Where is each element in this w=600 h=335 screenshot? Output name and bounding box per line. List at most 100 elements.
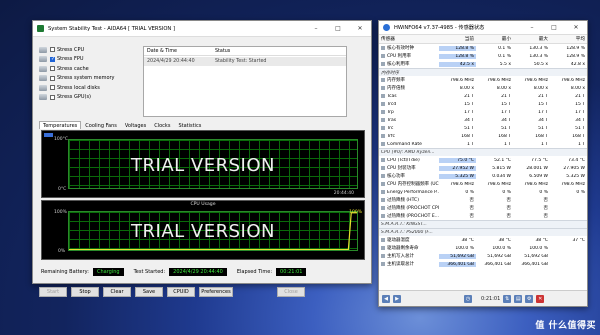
sensor-name: 驱动器温度 (379, 237, 439, 243)
sensor-current: 798.6 MHz (450, 77, 474, 83)
stress-gpu-checkbox[interactable] (50, 94, 55, 100)
sensor-row[interactable]: 过热降频 (HTC) 否 否 否 (379, 196, 587, 204)
sensor-row[interactable]: CPU 内存控制器频率 (UCL... 798.6 MHz 798.6 MHz 798… (379, 180, 587, 188)
sensor-row[interactable]: Trcd 15 T 15 T 15 T 15 T (379, 100, 587, 108)
minimize-icon[interactable]: – (521, 20, 543, 36)
maximize-icon[interactable]: □ (327, 21, 349, 37)
header-sensor[interactable]: 传感器 (379, 36, 439, 42)
nav-prev-icon[interactable]: ◀ (382, 294, 390, 303)
sensor-row[interactable]: Command Rate 1 T 1 T 1 T 1 T (379, 140, 587, 148)
header-min[interactable]: 最小 (476, 36, 513, 42)
save-button[interactable]: Save (135, 287, 163, 297)
sensor-icon (381, 214, 385, 218)
stress-cpu-checkbox[interactable] (50, 47, 55, 53)
sensor-row[interactable]: Tras 34 T 34 T 34 T 34 T (379, 116, 587, 124)
sensor-name: 过热降频 (PROCHOT CPU) (379, 205, 439, 211)
sensor-group-header[interactable]: 内存时序 (379, 68, 587, 76)
sensor-row[interactable]: 核心有效时钟 128.8 % 0.1 % 130.3 % 128.9 % (379, 44, 587, 52)
sensor-row[interactable]: 主机读取总计 366,401 GB 366,401 GB 366,401 GB (379, 260, 587, 268)
cpuid-button[interactable]: CPUID (167, 287, 195, 297)
maximize-icon[interactable]: □ (543, 20, 565, 36)
hwinfo-titlebar[interactable]: HWiNFO64 v7.37-4985 - 传感器状态 – □ ✕ (379, 21, 587, 35)
sensor-label: 内存倍频 (387, 86, 405, 91)
stress-disks-checkbox[interactable] (50, 85, 55, 91)
sensor-row[interactable]: 内存倍频 8.00 x 8.00 x 8.00 x 8.00 x (379, 84, 587, 92)
stress-cache-option[interactable]: Stress cache (39, 64, 139, 74)
sensor-group-header[interactable]: CPU [#0]: AMD Ryzen... (379, 148, 587, 156)
sensor-row[interactable]: 主机写入总计 51,692 GB 51,692 GB 51,692 GB (379, 252, 587, 260)
header-current[interactable]: 当前 (439, 36, 476, 42)
sensor-row[interactable]: 驱动器温度 38 °C 38 °C 38 °C 37 °C (379, 236, 587, 244)
close-icon[interactable]: ✕ (349, 21, 371, 37)
clear-button[interactable]: Clear (103, 287, 131, 297)
sensor-current: 38 °C (461, 237, 474, 243)
stress-cache-checkbox[interactable] (50, 66, 55, 72)
sensor-row[interactable]: CPU 封装功率 27.952 W 5.815 W 28.001 W 27.905 W (379, 164, 587, 172)
sensor-row[interactable]: 过热降频 (PROCHOT E... 否 否 否 (379, 212, 587, 220)
sensor-row[interactable]: Trfc 168 T 168 T 168 T 168 T (379, 132, 587, 140)
sensor-max: 否 (543, 206, 549, 211)
sensor-row[interactable]: 内存频率 798.6 MHz 798.6 MHz 798.6 MHz 798.6 MHz (379, 76, 587, 84)
sensor-current: 否 (469, 206, 475, 211)
start-button[interactable]: Start (39, 287, 67, 297)
stress-fpu-option[interactable]: Stress FPU (39, 55, 139, 65)
gpu-icon (39, 94, 47, 101)
stress-memory-checkbox[interactable] (50, 75, 55, 81)
sensor-name: Trcd (379, 102, 439, 107)
sensor-row[interactable]: 过热降频 (PROCHOT CPU) 否 否 否 (379, 204, 587, 212)
nav-next-icon[interactable]: ▶ (393, 294, 401, 303)
minimize-icon[interactable]: – (305, 21, 327, 37)
tab-statistics[interactable]: Statistics (174, 121, 205, 129)
close-button[interactable]: Close (277, 287, 305, 297)
aida64-window-title: System Stability Test - AIDA64 [ TRIAL V… (48, 25, 175, 32)
log-header-date[interactable]: Date & Time (144, 49, 212, 54)
sensor-group-header[interactable]: S.M.A.R.T.: KINGST... (379, 220, 587, 228)
sensor-current: 0 % (465, 189, 474, 195)
sensor-row[interactable]: Trp 17 T 17 T 17 T 17 T (379, 108, 587, 116)
hwinfo-app-icon (383, 24, 390, 31)
sensor-row[interactable]: 核心功率 5.325 W 0.034 W 6.509 W 5.325 W (379, 172, 587, 180)
stop-button[interactable]: Stop (71, 287, 99, 297)
sensor-group-header[interactable]: S.M.A.R.T.: PS2000 (F... (379, 228, 587, 236)
settings-icon[interactable]: ⚙ (525, 294, 534, 303)
log-header-status[interactable]: Status (212, 49, 346, 54)
sensor-icon (381, 126, 385, 130)
exit-icon[interactable]: ✕ (536, 294, 545, 303)
sensor-label: 驱动器温度 (387, 238, 410, 243)
sensor-row[interactable]: Tcas 21 T 21 T 21 T 21 T (379, 92, 587, 100)
sensor-max: 366,401 GB (521, 261, 548, 267)
stress-gpu-label: Stress GPU(s) (57, 94, 92, 101)
sensor-min: 15 T (501, 101, 511, 107)
tab-clocks[interactable]: Clocks (150, 121, 174, 129)
header-max[interactable]: 最大 (513, 36, 550, 42)
close-icon[interactable]: ✕ (565, 20, 587, 36)
sensor-row[interactable]: 驱动器剩余寿命 100.0 % 100.0 % 100.0 % (379, 244, 587, 252)
stress-memory-option[interactable]: Stress system memory (39, 74, 139, 84)
stress-gpu-option[interactable]: Stress GPU(s) (39, 93, 139, 103)
aida64-titlebar[interactable]: System Stability Test - AIDA64 [ TRIAL V… (33, 21, 371, 37)
sensor-row[interactable]: CPU (Tctl/Tdie) 75.0 °C 52.1 °C 77.5 °C 73.4… (379, 156, 587, 164)
tab-temperatures[interactable]: Temperatures (39, 121, 82, 129)
sensor-icon (381, 118, 385, 122)
report-icon[interactable]: ▤ (514, 294, 523, 303)
sensor-icon (381, 198, 385, 202)
sensor-row[interactable]: 核心利用率 42.5 x 5.5 x 50.5 x 42.8 x (379, 60, 587, 68)
sensor-row[interactable]: CPU 利用率 128.8 % 0.1 % 130.3 % 128.9 % (379, 52, 587, 60)
sensor-name: Tcas (379, 94, 439, 99)
sensor-avg: 128.9 % (566, 45, 585, 51)
tab-cooling-fans[interactable]: Cooling Fans (81, 121, 121, 129)
sensor-label: Tras (387, 117, 397, 123)
network-icon[interactable]: ⇅ (503, 294, 512, 303)
tab-voltages[interactable]: Voltages (121, 121, 150, 129)
sensor-row[interactable]: Energy Performance P... 0 % 0 % 0 % 0 % (379, 188, 587, 196)
sensor-row[interactable]: Trc 51 T 51 T 51 T 51 T (379, 124, 587, 132)
stress-disks-option[interactable]: Stress local disks (39, 83, 139, 93)
header-avg[interactable]: 平均 (550, 36, 587, 42)
stress-cpu-option[interactable]: Stress CPU (39, 45, 139, 55)
hwinfo-toolbar: ◀ ▶ ◷ 0:21:01 ⇅ ▤ ⚙ ✕ (379, 290, 587, 306)
sensor-max: 100.0 % (529, 245, 548, 251)
sensor-min: 34 T (501, 117, 511, 123)
log-row[interactable]: 2024/4/29 20:44:40 Stability Test: Start… (144, 57, 346, 66)
stress-fpu-checkbox[interactable] (50, 56, 55, 62)
preferences-button[interactable]: Preferences (199, 287, 233, 297)
